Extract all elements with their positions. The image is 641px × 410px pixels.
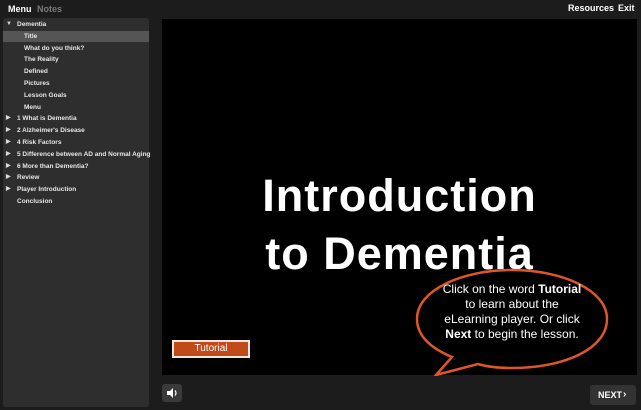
sidebar-item[interactable]: Title	[3, 30, 149, 42]
sidebar-item-label: Dementia	[17, 21, 47, 28]
next-label: NEXT	[598, 390, 623, 400]
callout-text-3: to begin the lesson.	[471, 327, 579, 341]
sidebar-item-label: Player Introduction	[17, 186, 77, 194]
next-button[interactable]: NEXT ›	[590, 385, 636, 405]
callout-text-1: Click on the word	[442, 282, 539, 296]
sidebar-menu: ▼ Dementia Title What do you think? The Real…	[3, 18, 151, 407]
sidebar-item-label: 6 More than Dementia?	[17, 162, 89, 170]
triangle-right-icon[interactable]: ▶	[6, 113, 11, 124]
sidebar-item-label: Review	[17, 174, 40, 182]
sidebar-item-label: 4 Risk Factors	[17, 139, 62, 146]
triangle-right-icon[interactable]: ▶	[6, 137, 11, 148]
speaker-icon	[167, 388, 177, 398]
sidebar-item[interactable]: ▶ Review	[3, 172, 149, 183]
sidebar-item-label: Conclusion	[17, 198, 53, 205]
sidebar-item[interactable]: ▶ 4 Risk Factors	[3, 137, 149, 148]
sidebar-item-label: Menu	[24, 103, 41, 111]
bottom-bar	[149, 376, 641, 410]
chevron-right-icon: ›	[623, 389, 627, 400]
callout-tutorial-word: Tutorial	[538, 282, 582, 296]
sidebar-item-label: Lesson Goals	[24, 91, 67, 99]
sidebar-item-label: Title	[24, 32, 38, 40]
sidebar-item[interactable]: Pictures	[3, 78, 149, 89]
triangle-right-icon[interactable]: ▶	[6, 172, 11, 183]
sidebar-item[interactable]: The Reality	[3, 54, 149, 65]
exit-link[interactable]: Exit	[618, 3, 635, 13]
slide-title-line1: Introduction	[262, 170, 537, 221]
tab-menu[interactable]: Menu	[8, 4, 32, 14]
callout-next-word: Next	[445, 327, 472, 341]
sidebar-item[interactable]: Conclusion	[3, 196, 149, 207]
triangle-right-icon[interactable]: ▶	[6, 149, 11, 160]
slide-title: Introduction to Dementia	[162, 167, 637, 283]
speech-bubble-text: Click on the word Tutorial to learn abou…	[437, 282, 587, 342]
sidebar-item-label: Pictures	[24, 80, 50, 87]
sidebar-item[interactable]: ▶ Player Introduction	[3, 184, 149, 195]
sidebar-item[interactable]: What do you think?	[3, 43, 149, 54]
sidebar-item[interactable]: Defined	[3, 66, 149, 77]
slide-stage: Introduction to Dementia Tutorial Click …	[162, 19, 637, 378]
sidebar-item[interactable]: ▼ Dementia	[3, 19, 149, 30]
sidebar-item-label: The Reality	[24, 56, 59, 64]
sidebar-item[interactable]: ▶ 6 More than Dementia?	[3, 161, 149, 172]
tutorial-button[interactable]: Tutorial	[172, 340, 250, 358]
sidebar-item-label: 5 Difference between AD and Normal Aging	[17, 150, 151, 158]
triangle-right-icon[interactable]: ▶	[6, 125, 11, 136]
triangle-right-icon[interactable]: ▶	[6, 184, 11, 195]
sidebar-item[interactable]: ▶ 5 Difference between AD and Normal Agin…	[3, 149, 151, 160]
sidebar-item-label: 1 What is Dementia	[17, 115, 77, 123]
sidebar-item[interactable]: Menu	[3, 102, 149, 113]
triangle-down-icon[interactable]: ▼	[6, 19, 12, 30]
tab-notes[interactable]: Notes	[37, 4, 62, 14]
sidebar-item[interactable]: ▶ 2 Alzheimer's Disease	[3, 125, 149, 136]
triangle-right-icon[interactable]: ▶	[6, 161, 11, 172]
sound-button[interactable]	[162, 384, 182, 402]
resources-link[interactable]: Resources	[568, 3, 614, 13]
top-bar: Menu Notes Resources Exit	[0, 0, 641, 18]
sidebar-item-label: Defined	[24, 68, 48, 76]
callout-text-2: to learn about the eLearning player. Or …	[444, 297, 580, 326]
sidebar-item-label: 2 Alzheimer's Disease	[17, 127, 85, 135]
sidebar-item-label: What do you think?	[24, 44, 85, 52]
sidebar-item[interactable]: Lesson Goals	[3, 90, 149, 101]
sidebar-item[interactable]: ▶ 1 What is Dementia	[3, 113, 149, 124]
